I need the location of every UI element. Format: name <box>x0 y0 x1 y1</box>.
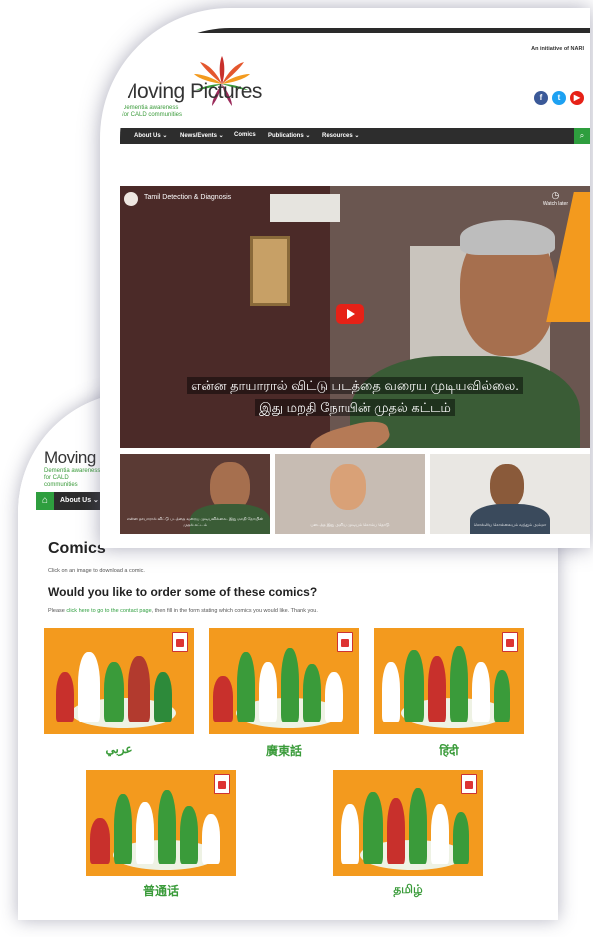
comic-hindi-label[interactable]: हिंदी <box>374 742 524 759</box>
page-title: Comics <box>48 540 106 557</box>
thumb-caption: சொல்லிய கொல்லையும் வந்தும் அம்மா <box>473 522 547 527</box>
comic-cantonese-image[interactable] <box>209 628 359 734</box>
thumb-caption: படைத்த இது அறிய முடியும் கொம்ப தொடு <box>310 522 390 527</box>
pdf-icon <box>461 774 477 794</box>
comic-figure <box>237 652 255 722</box>
facebook-icon[interactable]: f <box>534 91 548 105</box>
comic-figure <box>78 652 100 722</box>
comic-tamil-image[interactable] <box>333 770 483 876</box>
site-tagline: Dementia awareness for CALD communities <box>122 105 182 119</box>
comic-figure <box>341 804 359 864</box>
pdf-icon <box>502 632 518 652</box>
comic-figure <box>281 648 299 722</box>
video-thumbnails: என்ன தாயாரால் விட்டு படத்தை வரைய முடியவி… <box>120 454 590 534</box>
nav-item-publications[interactable]: Publications ⌄ <box>268 132 310 139</box>
comic-arabic-image[interactable] <box>44 628 194 734</box>
nav-item-about-us[interactable]: About Us ⌄ <box>60 496 99 504</box>
subtitle-text-2: இது மறதி நோயின் முதல் கட்டம் <box>255 399 455 416</box>
search-icon[interactable]: ⌕ <box>574 128 590 144</box>
top-bar <box>120 28 590 33</box>
nav-item-news-events[interactable]: News/Events ⌄ <box>180 132 224 139</box>
comic-figure <box>450 646 468 722</box>
order-heading: Would you like to order some of these co… <box>48 585 318 599</box>
comic-figure <box>325 672 343 722</box>
page-hint: Click on an image to download a comic. <box>48 568 145 574</box>
nav-item-about-us[interactable]: About Us ⌄ <box>134 132 167 139</box>
comic-figure <box>472 662 490 722</box>
comic-figure <box>114 794 132 864</box>
thumb-face <box>490 464 524 508</box>
clock-icon: ◷ <box>551 190 560 200</box>
comic-figure <box>382 662 400 722</box>
comic-figure <box>431 804 449 864</box>
video-thumbnail[interactable]: சொல்லிய கொல்லையும் வந்தும் அம்மா <box>430 454 590 534</box>
thumb-shirt <box>470 504 550 534</box>
video-page-card: An initiative of NARI Moving Pictures De… <box>100 8 590 548</box>
comic-arabic-label[interactable]: عربي <box>44 742 194 756</box>
comic-figure <box>409 788 427 864</box>
play-button[interactable] <box>336 304 364 324</box>
site-tagline: Dementia awareness for CALD communities <box>44 468 104 489</box>
subtitle-line-2: இது மறதி நோயின் முதல் கட்டம் <box>120 399 590 417</box>
comic-figure <box>128 656 150 722</box>
comic-figure <box>202 814 220 864</box>
comic-tamil-label[interactable]: தமிழ் <box>333 882 483 898</box>
video-page: An initiative of NARI Moving Pictures De… <box>120 28 590 538</box>
main-nav: About Us ⌄ News/Events ⌄ Comics Publicat… <box>120 128 590 144</box>
video-background <box>250 236 290 306</box>
nav-item-comics[interactable]: Comics <box>234 132 256 138</box>
video-player[interactable]: Tamil Detection & Diagnosis ◷ Watch late… <box>120 186 590 448</box>
video-thumbnail[interactable]: என்ன தாயாரால் விட்டு படத்தை வரைய முடியவி… <box>120 454 270 534</box>
comic-figure <box>56 672 74 722</box>
comic-figure <box>158 790 176 864</box>
comic-figure <box>363 792 383 864</box>
thumb-face <box>330 464 366 510</box>
comic-figure <box>136 802 154 864</box>
video-background <box>270 194 340 222</box>
comic-figure <box>303 664 321 722</box>
channel-avatar[interactable] <box>124 192 138 206</box>
pdf-icon <box>214 774 230 794</box>
comic-mandarin-image[interactable] <box>86 770 236 876</box>
subtitle-line-1: என்ன தாயாரால் விட்டு படத்தை வரைய முடியவி… <box>120 377 590 395</box>
comic-figure <box>453 812 469 864</box>
twitter-icon[interactable]: t <box>552 91 566 105</box>
comic-figure <box>90 818 110 864</box>
comic-figure <box>259 662 277 722</box>
watch-later-label: Watch later <box>542 201 568 207</box>
nav-item-resources[interactable]: Resources ⌄ <box>322 132 359 139</box>
video-title[interactable]: Tamil Detection & Diagnosis <box>144 194 231 201</box>
speaker-hair <box>460 220 555 255</box>
comic-cantonese-label[interactable]: 廣東話 <box>209 742 359 759</box>
comic-figure <box>387 798 405 864</box>
comic-figure <box>428 656 446 722</box>
order-text: Please click here to go to the contact p… <box>48 608 318 614</box>
comic-figure <box>404 650 424 722</box>
tagline-line-2: for CALD communities <box>122 112 183 118</box>
order-text-before: Please <box>48 608 67 614</box>
comic-figure <box>213 676 233 722</box>
tagline-line-1: Dementia awareness <box>122 105 179 111</box>
youtube-icon[interactable]: ▶ <box>570 91 584 105</box>
screenshot-collage: Moving Pic Dementia awareness for CALD c… <box>0 0 593 937</box>
comic-figure <box>180 806 198 864</box>
contact-page-link[interactable]: click here to go to the contact page <box>66 608 151 614</box>
watch-later-button[interactable]: ◷ Watch later <box>543 190 568 207</box>
pdf-icon <box>337 632 353 652</box>
order-text-after: , then fill in the form stating which co… <box>151 608 318 614</box>
home-icon[interactable]: ⌂ <box>36 492 54 510</box>
video-thumbnail[interactable]: படைத்த இது அறிய முடியும் கொம்ப தொடு <box>275 454 425 534</box>
initiative-text: An initiative of NARI <box>531 46 584 52</box>
thumb-caption: என்ன தாயாரால் விட்டு படத்தை வரைய முடியவி… <box>126 516 264 527</box>
pdf-icon <box>172 632 188 652</box>
comic-figure <box>494 670 510 722</box>
tagline-line-2: for CALD communities <box>44 475 78 488</box>
site-logo-text[interactable]: Moving Pictures <box>120 80 262 104</box>
comic-hindi-image[interactable] <box>374 628 524 734</box>
comic-mandarin-label[interactable]: 普通话 <box>86 882 236 899</box>
comic-figure <box>154 672 172 722</box>
comic-figure <box>104 662 124 722</box>
subtitle-text-1: என்ன தாயாரால் விட்டு படத்தை வரைய முடியவி… <box>187 377 523 394</box>
tagline-line-1: Dementia awareness <box>44 468 101 474</box>
